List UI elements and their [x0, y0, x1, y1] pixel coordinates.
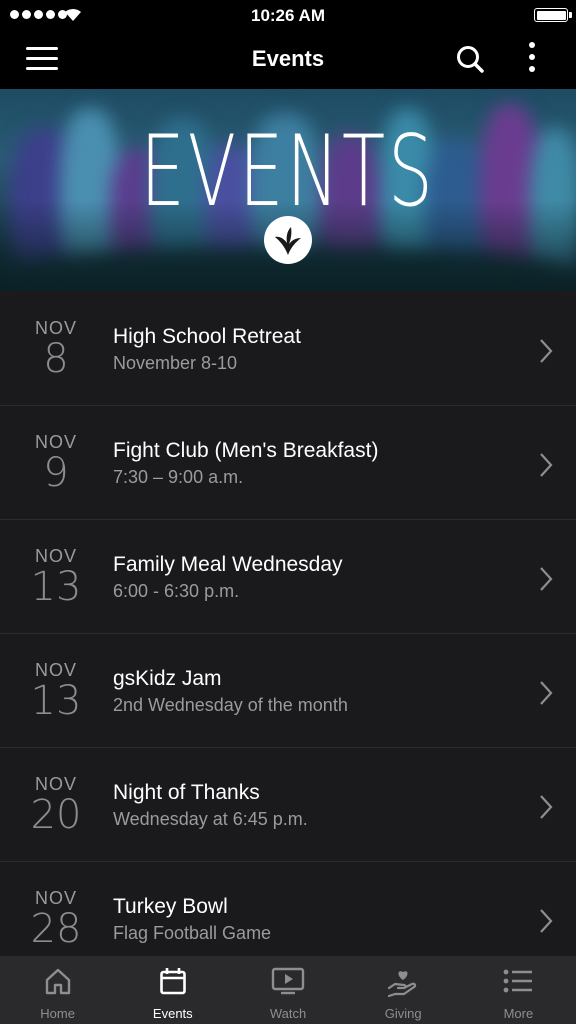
tab-label: Giving — [384, 1006, 422, 1021]
play-screen-icon — [271, 967, 305, 995]
chevron-right-icon — [540, 909, 553, 933]
tab-label: More — [503, 1006, 534, 1021]
event-subtitle: November 8-10 — [113, 353, 238, 373]
list-icon — [504, 969, 533, 993]
tab-bar: Home Events Watch Giving More — [0, 956, 576, 1024]
tab-home[interactable]: Home — [0, 956, 115, 1024]
tab-watch[interactable]: Watch — [230, 956, 345, 1024]
more-options-button[interactable] — [520, 42, 544, 78]
tab-more[interactable]: More — [461, 956, 576, 1024]
navigation-bar: Events — [0, 30, 576, 89]
event-row[interactable]: NOV 13 gsKidz Jam 2nd Wednesday of the m… — [0, 634, 576, 748]
status-bar: 10:26 AM — [0, 0, 576, 30]
event-day: 9 — [43, 450, 69, 496]
search-icon[interactable] — [454, 43, 488, 77]
chevron-right-icon — [540, 453, 553, 477]
status-time: 10:26 AM — [250, 6, 325, 25]
event-row[interactable]: NOV 13 Family Meal Wednesday 6:00 - 6:30… — [0, 520, 576, 634]
tab-label: Watch — [269, 1006, 307, 1021]
event-subtitle: 2nd Wednesday of the month — [113, 695, 348, 715]
banner-title: EVENTS — [140, 115, 436, 229]
battery-icon — [534, 8, 572, 22]
page-title: Events — [251, 46, 325, 71]
event-row[interactable]: NOV 20 Night of Thanks Wednesday at 6:45… — [0, 748, 576, 862]
chevron-right-icon — [540, 567, 553, 591]
event-list: NOV 8 High School Retreat November 8-10 … — [0, 292, 576, 956]
chevron-right-icon — [540, 795, 553, 819]
event-title: Fight Club (Men's Breakfast) — [113, 439, 379, 462]
event-row[interactable]: NOV 28 Turkey Bowl Flag Football Game — [0, 862, 576, 956]
event-title: Family Meal Wednesday — [113, 553, 343, 576]
event-subtitle: Wednesday at 6:45 p.m. — [113, 809, 308, 829]
tab-events[interactable]: Events — [115, 956, 230, 1024]
event-day: 13 — [30, 564, 82, 610]
event-day: 28 — [30, 906, 82, 952]
chevron-right-icon — [540, 681, 553, 705]
event-row[interactable]: NOV 8 High School Retreat November 8-10 — [0, 292, 576, 406]
event-title: Turkey Bowl — [113, 895, 228, 918]
event-row[interactable]: NOV 9 Fight Club (Men's Breakfast) 7:30 … — [0, 406, 576, 520]
event-title: gsKidz Jam — [113, 667, 222, 690]
event-title: High School Retreat — [113, 325, 301, 348]
tab-giving[interactable]: Giving — [346, 956, 461, 1024]
home-icon — [45, 968, 70, 995]
tab-label: Home — [40, 1006, 75, 1021]
giving-hand-icon — [388, 971, 417, 998]
event-day: 8 — [43, 336, 69, 382]
event-subtitle: 7:30 – 9:00 a.m. — [113, 467, 244, 487]
event-subtitle: Flag Football Game — [113, 923, 272, 943]
calendar-icon — [159, 968, 186, 995]
event-day: 20 — [30, 792, 82, 838]
event-title: Night of Thanks — [113, 781, 260, 804]
chevron-right-icon — [540, 339, 553, 363]
event-day: 13 — [30, 678, 82, 724]
church-logo-icon — [264, 216, 312, 264]
tab-label: Events — [152, 1006, 193, 1021]
event-subtitle: 6:00 - 6:30 p.m. — [113, 581, 240, 601]
